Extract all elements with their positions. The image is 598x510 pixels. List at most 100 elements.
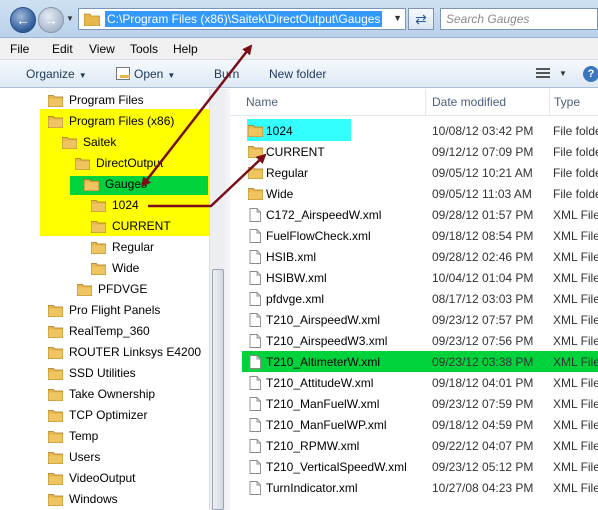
address-field[interactable]: C:\Program Files (x86)\Saitek\DirectOutp… — [78, 8, 406, 30]
tree-item-label: Users — [69, 450, 101, 464]
file-name: C172_AirspeedW.xml — [266, 208, 382, 222]
xml-file-icon — [248, 376, 262, 390]
tree-item-label: PFDVGE — [98, 282, 148, 296]
file-date: 09/05/12 10:21 AM — [432, 166, 533, 180]
file-row[interactable]: T210_ManFuelW.xml 09/23/12 07:59 PM XML Fi… — [230, 394, 598, 415]
file-name: T210_AttitudeW.xml — [266, 376, 374, 390]
burn-button[interactable]: Burn — [214, 67, 239, 81]
chevron-down-icon: ▼ — [78, 71, 87, 80]
arrow-left-icon: ← — [16, 12, 30, 28]
file-name: 1024 — [266, 124, 293, 138]
file-name: HSIBW.xml — [266, 271, 327, 285]
file-date: 09/18/12 08:54 PM — [432, 229, 534, 243]
file-date: 09/22/12 04:07 PM — [432, 439, 534, 453]
column-header-name[interactable]: Name — [230, 89, 426, 115]
file-row[interactable]: T210_AttitudeW.xml 09/18/12 04:01 PM XML F… — [230, 373, 598, 394]
folder-icon — [90, 262, 107, 276]
file-row[interactable]: HSIBW.xml 10/04/12 01:04 PM XML File — [230, 268, 598, 289]
file-row[interactable]: FuelFlowCheck.xml 09/18/12 08:54 PM XML Fi… — [230, 226, 598, 247]
xml-file-icon — [248, 481, 262, 495]
file-date: 09/18/12 04:59 PM — [432, 418, 534, 432]
file-row[interactable]: Wide 09/05/12 11:03 AM File folder — [230, 184, 598, 205]
file-row[interactable]: HSIB.xml 09/28/12 02:46 PM XML File — [230, 247, 598, 268]
tree-item-label: Windows — [69, 492, 118, 506]
file-name: Regular — [266, 166, 309, 180]
file-date: 08/17/12 03:03 PM — [432, 292, 534, 306]
open-label: Open — [134, 67, 164, 81]
tree-item-label: Program Files (x86) — [69, 114, 175, 128]
file-name: TurnIndicator.xml — [266, 481, 358, 495]
file-type: XML File — [553, 439, 598, 453]
file-row[interactable]: T210_VerticalSpeedW.xml 09/23/12 05:12 PM… — [230, 457, 598, 478]
navigation-pane: Program Files Program Files (x86) Saitek Di… — [0, 89, 209, 510]
folder-icon — [247, 187, 264, 201]
recent-pages-dropdown[interactable]: ▼ — [66, 14, 74, 23]
file-type: File folder — [553, 124, 598, 138]
tree-item-label: ROUTER Linksys E4200 — [69, 345, 202, 359]
xml-file-icon — [248, 397, 262, 411]
file-row[interactable]: T210_ManFuelWP.xml 09/18/12 04:59 PM XML F… — [230, 415, 598, 436]
address-dropdown-icon[interactable]: ▼ — [393, 13, 402, 23]
file-row[interactable]: 1024 10/08/12 03:42 PM File folder — [230, 121, 598, 142]
address-path[interactable]: C:\Program Files (x86)\Saitek\DirectOutp… — [105, 11, 383, 27]
folder-icon — [47, 304, 64, 318]
file-name: FuelFlowCheck.xml — [266, 229, 371, 243]
tree-item-label: Program Files — [69, 93, 144, 107]
refresh-button[interactable]: ⇄ — [408, 8, 434, 30]
tree-item-label: TCP Optimizer — [69, 408, 148, 422]
scrollbar-thumb[interactable] — [212, 269, 224, 510]
navigation-scrollbar[interactable] — [209, 89, 226, 510]
file-date: 09/05/12 11:03 AM — [432, 187, 532, 201]
help-icon[interactable]: ? — [583, 66, 598, 82]
file-row[interactable]: C172_AirspeedW.xml 09/28/12 01:57 PM XML F… — [230, 205, 598, 226]
menu-tools[interactable]: Tools — [130, 42, 158, 56]
xml-file-icon — [248, 250, 262, 264]
tree-item-label: Temp — [69, 429, 99, 443]
column-header-date[interactable]: Date modified — [426, 89, 550, 115]
address-bar-area: ← → ▼ C:\Program Files (x86)\Saitek\Dire… — [0, 0, 598, 38]
file-type: XML File — [553, 481, 598, 495]
file-type: XML File — [553, 229, 598, 243]
file-type: XML File — [553, 271, 598, 285]
file-name: HSIB.xml — [266, 250, 317, 264]
file-row[interactable]: pfdvge.xml 08/17/12 03:03 PM XML File — [230, 289, 598, 310]
menu-help[interactable]: Help — [173, 42, 198, 56]
folder-icon — [47, 94, 64, 108]
file-type: XML File — [553, 418, 598, 432]
column-header-type[interactable]: Type — [550, 89, 598, 115]
view-options-dropdown[interactable]: ▼ — [559, 69, 567, 78]
tree-item-label: 1024 — [112, 198, 139, 212]
search-box[interactable] — [440, 8, 598, 30]
xml-file-icon — [248, 439, 262, 453]
tree-item-label: Regular — [112, 240, 155, 254]
forward-button[interactable]: → — [38, 7, 64, 33]
file-type: XML File — [553, 313, 598, 327]
file-row[interactable]: T210_AirspeedW3.xml 09/23/12 07:56 PM XML … — [230, 331, 598, 352]
menu-view[interactable]: View — [89, 42, 115, 56]
organize-button[interactable]: Organize ▼ — [26, 67, 87, 81]
file-row[interactable]: T210_AirspeedW.xml 09/23/12 07:57 PM XML F… — [230, 310, 598, 331]
file-row[interactable]: CURRENT 09/12/12 07:09 PM File folder — [230, 142, 598, 163]
file-row[interactable]: Regular 09/05/12 10:21 AM File folder — [230, 163, 598, 184]
change-view-icon[interactable] — [536, 68, 550, 80]
menu-edit[interactable]: Edit — [52, 42, 73, 56]
tree-item-label: RealTemp_360 — [69, 324, 150, 338]
file-type: XML File — [553, 250, 598, 264]
xml-file-icon — [248, 313, 262, 327]
file-row[interactable]: TurnIndicator.xml 10/27/08 04:23 PM XML Fi… — [230, 478, 598, 499]
file-row[interactable]: T210_AltimeterW.xml 09/23/12 03:38 PM XML … — [230, 352, 598, 373]
search-input[interactable] — [446, 12, 576, 26]
xml-file-icon — [248, 292, 262, 306]
tree-item-label: Wide — [112, 261, 140, 275]
back-button[interactable]: ← — [10, 7, 36, 33]
chevron-down-icon: ▼ — [167, 71, 176, 80]
file-row[interactable]: T210_RPMW.xml 09/22/12 04:07 PM XML File — [230, 436, 598, 457]
open-button[interactable]: Open ▼ — [116, 67, 175, 81]
file-date: 09/12/12 07:09 PM — [432, 145, 534, 159]
command-bar: Organize ▼ Open ▼ Burn New folder ▼ ? — [0, 60, 598, 88]
menu-file[interactable]: File — [10, 42, 29, 56]
new-folder-button[interactable]: New folder — [269, 67, 326, 81]
tree-item-label: Take Ownership — [69, 387, 156, 401]
xml-file-icon — [248, 460, 262, 474]
file-type: XML File — [553, 460, 598, 474]
